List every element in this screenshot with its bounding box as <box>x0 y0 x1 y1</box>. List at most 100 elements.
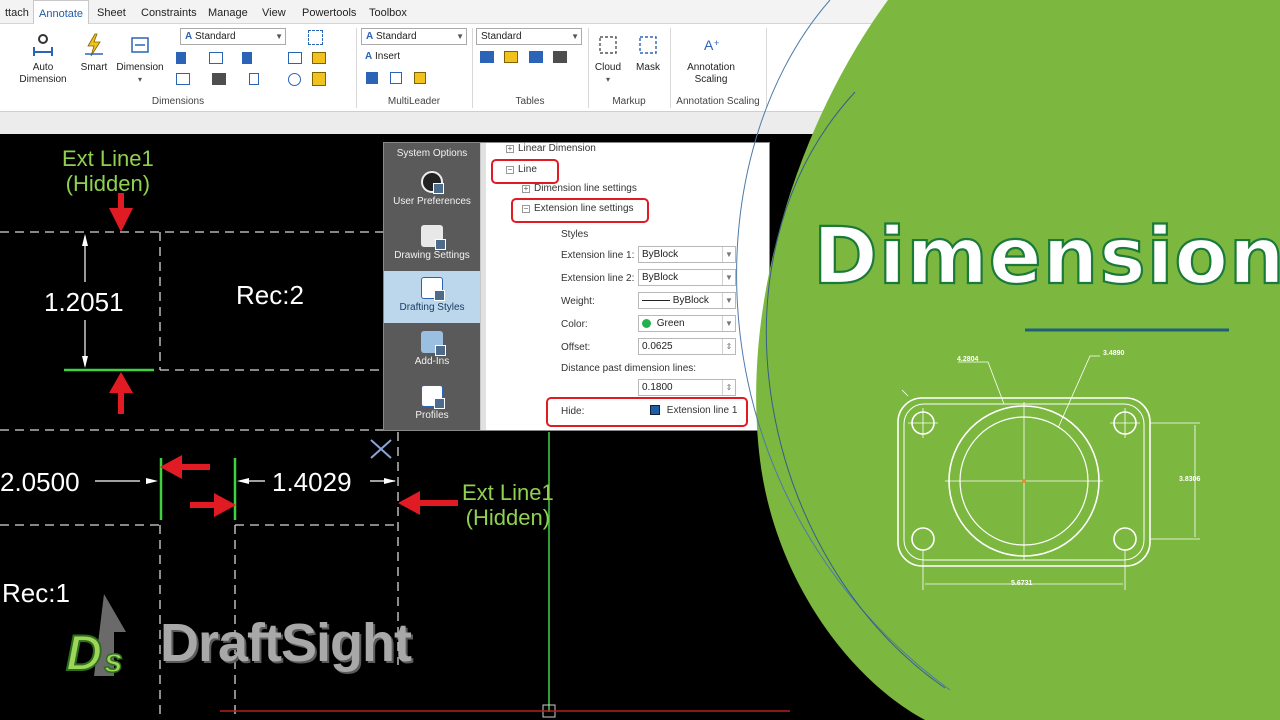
lineweight-swatch <box>642 299 670 301</box>
drawing-dimension-3: 3.8306 <box>1179 476 1201 483</box>
break-icon[interactable] <box>312 52 326 64</box>
auto-dimension-button[interactable]: Auto Dimension <box>16 32 70 86</box>
center-mark-icon[interactable] <box>288 73 301 86</box>
ribbon-footer-strip <box>0 112 1280 134</box>
smart-dimension-button[interactable]: Smart <box>76 32 112 74</box>
drawing-settings-icon <box>421 225 446 250</box>
insert-icon: A <box>365 51 373 62</box>
tree-item-dimension-line-settings[interactable]: + Dimension line settings <box>522 183 637 194</box>
sidebar-item-profiles[interactable]: Profiles <box>384 379 480 430</box>
puzzle-icon <box>421 331 446 356</box>
insert-multileader-button[interactable]: A Insert <box>365 51 400 63</box>
sidebar-item-system-options[interactable]: System Options <box>384 143 480 165</box>
panel-title: Dimensions <box>812 211 1280 303</box>
table-edit-icon[interactable] <box>504 51 518 63</box>
ext-line-top-label: Ext Line1 (Hidden) <box>62 146 154 196</box>
align-leader-icon[interactable] <box>414 72 426 84</box>
multileader-style-select[interactable]: A Standard ▼ <box>361 28 467 45</box>
tolerance-icon[interactable] <box>212 73 226 85</box>
offset-input[interactable]: 0.0625 ⇕ <box>638 338 736 355</box>
tab-sheet[interactable]: Sheet <box>92 0 131 24</box>
dimension-style-select[interactable]: A Standard ▼ <box>180 28 286 45</box>
highlight-extension-line-settings <box>511 198 649 223</box>
group-label-tables: Tables <box>515 96 545 107</box>
color-select[interactable]: Green ▼ <box>638 315 736 332</box>
baseline-icon[interactable] <box>242 52 252 64</box>
ordinate-icon[interactable] <box>176 73 190 85</box>
extension-line-1-select[interactable]: ByBlock ▼ <box>638 246 736 263</box>
linear-icon[interactable] <box>176 52 186 64</box>
group-label-markup: Markup <box>612 96 646 107</box>
tab-annotate[interactable]: Annotate <box>33 0 90 24</box>
sidebar-item-user-preferences[interactable]: User Preferences <box>384 165 480 217</box>
dimension-label: Dimension <box>116 62 164 73</box>
chevron-down-icon: ▼ <box>456 32 464 41</box>
multileader-style-value: Standard <box>376 31 417 42</box>
tab-view[interactable]: View <box>257 0 291 24</box>
sidebar-item-label: Drafting Styles <box>399 302 465 313</box>
highlight-line <box>491 159 559 184</box>
table-icon[interactable] <box>480 51 494 63</box>
sidebar-item-label: Profiles <box>415 410 449 421</box>
remove-leader-icon[interactable] <box>390 72 402 84</box>
drawing-dimension-4: 5.6731 <box>1011 580 1033 587</box>
jog-icon[interactable] <box>249 73 259 85</box>
multileader-style-icon: A <box>366 31 374 42</box>
offset-label: Offset: <box>561 342 591 353</box>
ribbon-tab-bar: ttach Annotate Sheet Constraints Manage … <box>0 0 1280 24</box>
tab-constraints[interactable]: Constraints <box>136 0 202 24</box>
tree-item-label: Dimension line settings <box>534 183 637 194</box>
dimension-text-left: 2.0500 <box>0 467 80 497</box>
weight-value: ByBlock <box>672 295 709 306</box>
table-export-icon[interactable] <box>553 51 567 63</box>
rectangle-label-rec1: Rec:1 <box>2 578 70 608</box>
tab-attach[interactable]: ttach <box>0 0 34 24</box>
sidebar-item-drawing-settings[interactable]: Drawing Settings <box>384 219 480 271</box>
table-rows-icon[interactable] <box>529 51 543 63</box>
tree-item-label: Linear Dimension <box>518 143 596 154</box>
extension-line-2-select[interactable]: ByBlock ▼ <box>638 269 736 286</box>
smart-label: Smart <box>80 62 108 73</box>
weight-label: Weight: <box>561 296 595 307</box>
distance-past-input[interactable]: 0.1800 ⇕ <box>638 379 736 396</box>
annotation-scaling-button[interactable]: A + Annotation Scaling <box>678 32 744 86</box>
sidebar-item-drafting-styles[interactable]: Drafting Styles <box>384 271 480 323</box>
extension-line-1-value: ByBlock <box>642 249 679 260</box>
sidebar-scrollbar[interactable] <box>480 143 486 430</box>
tab-manage[interactable]: Manage <box>203 0 253 24</box>
continue-icon[interactable] <box>288 52 302 64</box>
inspection-icon[interactable] <box>312 72 326 86</box>
stepper-icon: ⇕ <box>722 380 735 395</box>
mask-label: Mask <box>636 62 660 73</box>
annotation-scaling-icon: A + <box>704 37 719 53</box>
annotation-label-1: Annotation <box>687 62 735 73</box>
ext-line-top-line2: (Hidden) <box>65 171 151 196</box>
chevron-down-icon: ▼ <box>722 293 735 308</box>
dimension-icon <box>131 37 149 53</box>
table-style-select[interactable]: Standard ▼ <box>476 28 582 45</box>
sidebar-item-add-ins[interactable]: Add-Ins <box>384 325 480 377</box>
lightning-icon <box>85 33 103 57</box>
svg-text:D: D <box>66 625 102 681</box>
offset-value: 0.0625 <box>642 341 673 352</box>
sidebar-item-label: Add-Ins <box>414 356 450 367</box>
cloud-button[interactable]: Cloud ▾ <box>592 32 624 86</box>
group-label-multileader: MultiLeader <box>387 96 441 107</box>
mask-button[interactable]: Mask <box>632 32 664 74</box>
cloud-icon <box>599 36 617 54</box>
tree-item-linear-dimension[interactable]: + Linear Dimension <box>506 143 596 154</box>
sidebar-item-label: Drawing Settings <box>394 250 470 261</box>
weight-select[interactable]: ByBlock ▼ <box>638 292 736 309</box>
stepper-icon: ⇕ <box>722 339 735 354</box>
chevron-down-icon: ▼ <box>571 32 579 41</box>
ext-line-top-line1: Ext Line1 <box>62 146 154 171</box>
tab-toolbox[interactable]: Toolbox <box>364 0 412 24</box>
aligned-icon[interactable] <box>209 52 223 64</box>
add-leader-icon[interactable] <box>366 72 378 84</box>
dimension-tool-icon[interactable] <box>308 30 323 45</box>
ext-line-right-line2: (Hidden) <box>465 505 551 530</box>
dimension-button[interactable]: Dimension ▾ <box>115 32 165 86</box>
tab-powertools[interactable]: Powertools <box>297 0 361 24</box>
dimension-text-vertical: 1.2051 <box>44 287 124 317</box>
auto-dimension-label-1: Auto <box>32 62 54 73</box>
